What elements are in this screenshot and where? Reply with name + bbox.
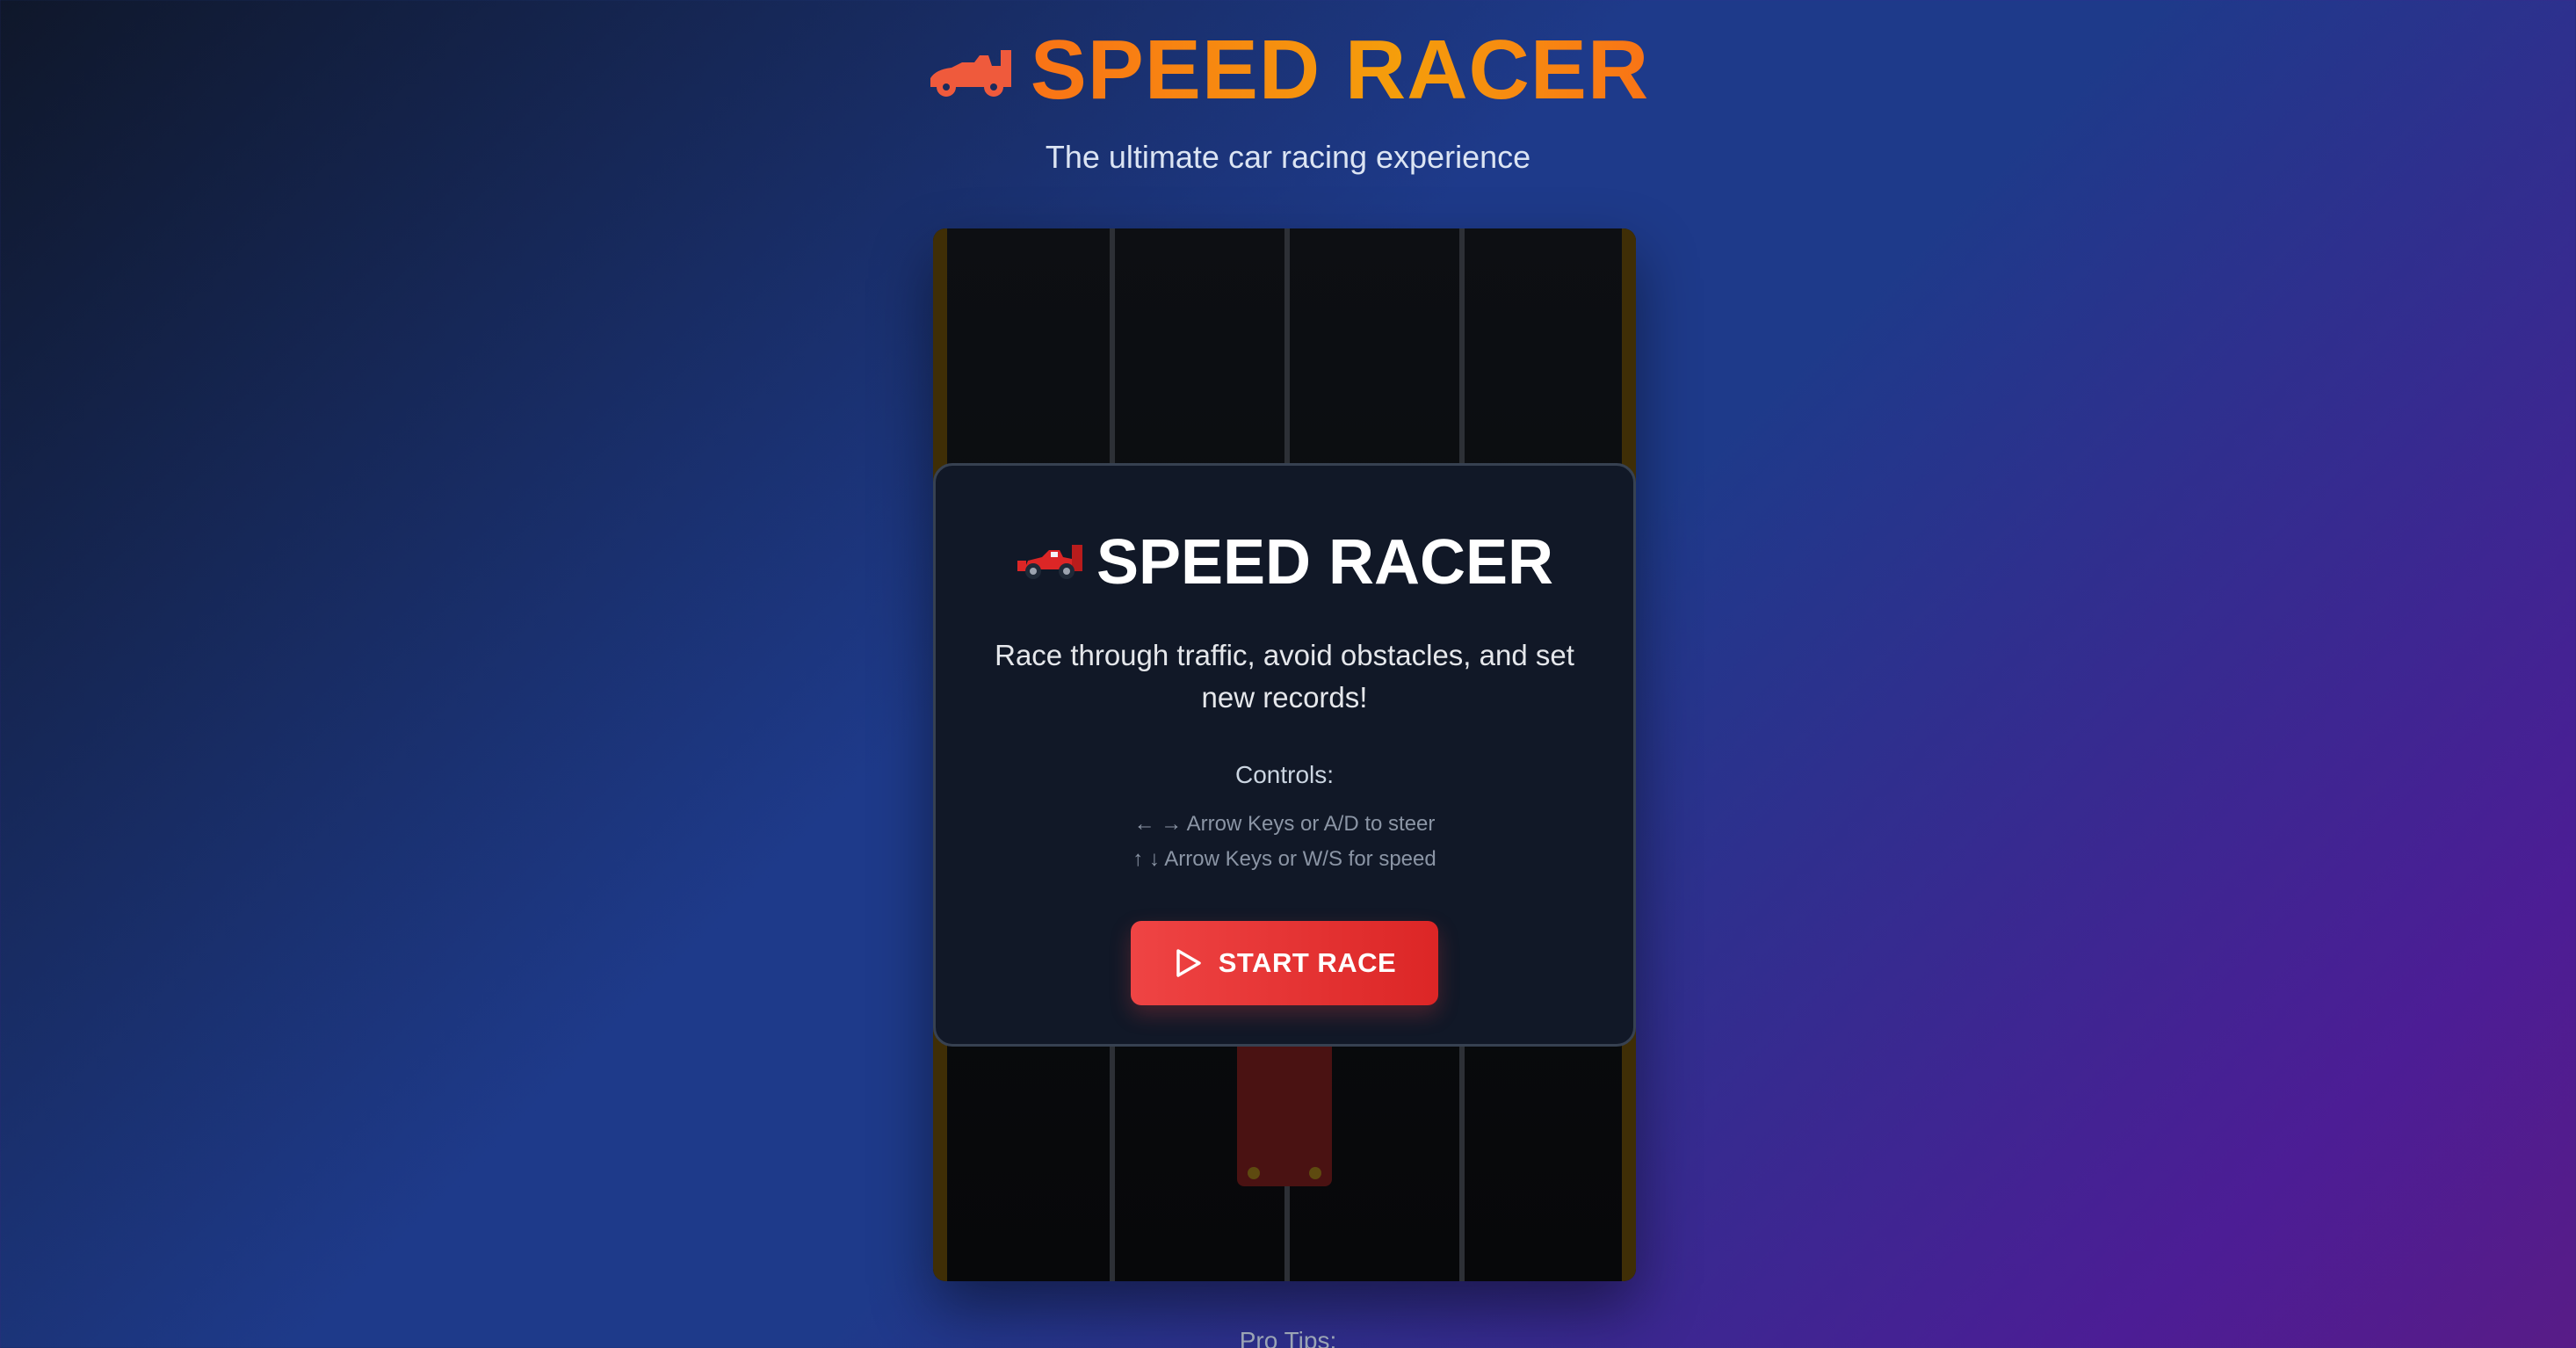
start-menu-panel: SPEED RACER Race through traffic, avoid … [933, 463, 1636, 1047]
page-header: SPEED RACER The ultimate car racing expe… [0, 18, 2576, 176]
panel-title-row: SPEED RACER [936, 525, 1633, 599]
player-car-light [1248, 1167, 1260, 1179]
player-car [1230, 1037, 1339, 1195]
race-car-icon [927, 43, 1015, 98]
start-race-button[interactable]: START RACE [1131, 921, 1438, 1005]
start-race-label: START RACE [1218, 947, 1397, 978]
title-row: SPEED RACER [0, 18, 2576, 123]
player-car-body [1237, 1037, 1332, 1186]
race-car-icon [1016, 540, 1086, 586]
panel-title: SPEED RACER [1096, 527, 1554, 598]
player-car-light [1309, 1167, 1321, 1179]
controls-label: Controls: [1234, 761, 1335, 788]
panel-description: Race through traffic, avoid obstacles, a… [995, 639, 1574, 714]
play-icon [1173, 947, 1203, 979]
page-title: SPEED RACER [1031, 18, 1649, 123]
control-steer-text: ← → Arrow Keys or A/D to steer [1133, 812, 1436, 836]
pro-tips-heading: Pro Tips: [1239, 1327, 1337, 1348]
page-subtitle: The ultimate car racing experience [1045, 139, 1531, 175]
control-speed-text: ↑ ↓ Arrow Keys or W/S for speed [1132, 847, 1436, 871]
